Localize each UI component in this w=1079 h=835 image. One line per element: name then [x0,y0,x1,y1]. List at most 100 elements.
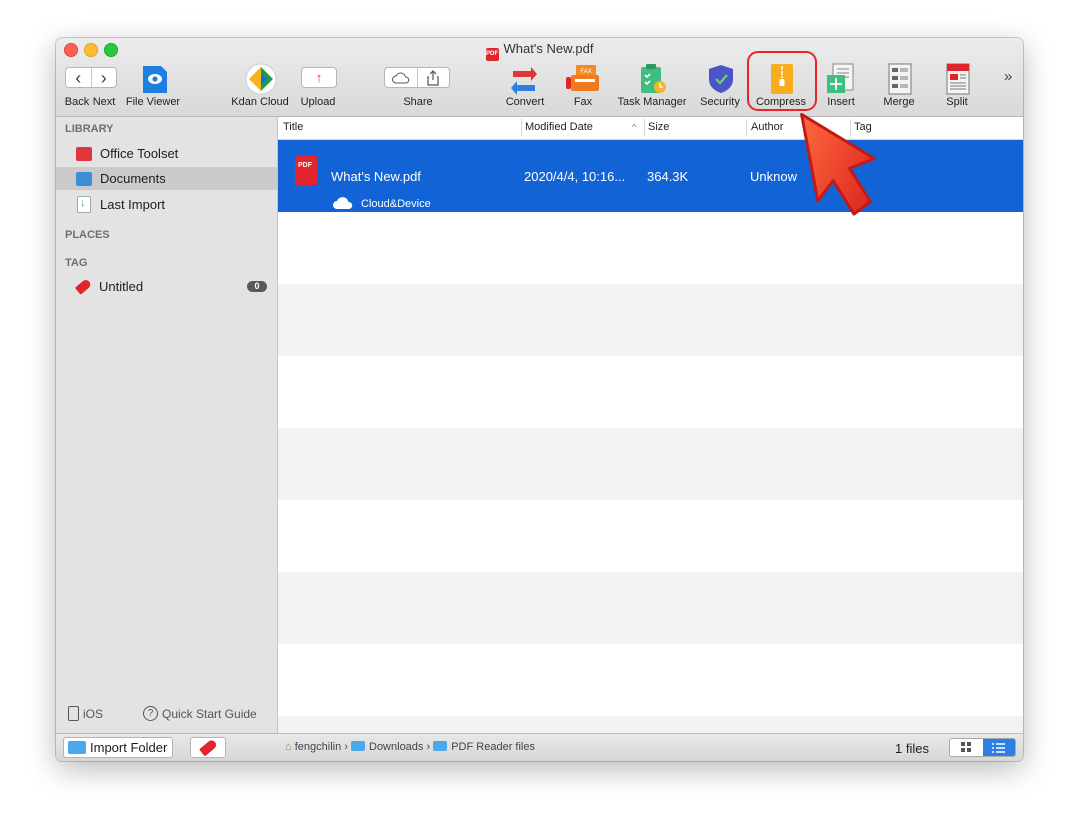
share-label: Share [403,96,433,108]
cloud-icon [333,197,353,209]
security-button[interactable] [706,63,736,95]
file-size: 364.3K [647,169,689,184]
quick-start-guide-link[interactable]: ? Quick Start Guide [143,706,257,721]
pointer-arrow-annotation [800,112,876,216]
breadcrumb-item[interactable]: PDF Reader files [451,741,535,753]
file-count: 1 files [895,741,929,756]
window-title-text: What's New.pdf [503,41,594,56]
sidebar-item-label: Last Import [100,197,166,212]
split-label: Split [946,96,968,108]
empty-row [278,716,1023,733]
empty-row [278,644,1023,716]
file-viewer-label: File Viewer [125,96,181,108]
sidebar-item-label: Untitled [99,279,144,294]
status-bar: Import Folder ⌂ fengchilin › Downloads ›… [56,733,1023,761]
list-view-button[interactable] [982,739,1015,756]
quick-start-label: Quick Start Guide [162,706,257,721]
split-button[interactable] [943,63,973,95]
next-button[interactable]: › [90,67,117,88]
pdf-badge-text: PDF [298,162,312,169]
cloud-outline-icon [391,71,409,83]
share-icon [427,69,439,86]
toolbar-overflow-button[interactable]: » [1004,68,1012,85]
next-label: Next [92,96,116,108]
home-icon: ⌂ [285,741,292,753]
shield-icon [709,65,733,93]
column-author[interactable]: Author [751,121,783,133]
column-title[interactable]: Title [283,121,303,133]
ios-link[interactable]: iOS [68,706,103,721]
breadcrumb-separator: › [426,741,431,753]
sidebar-item-tag-untitled[interactable]: Untitled 0 [56,275,277,298]
insert-page-icon [827,63,854,93]
empty-row [278,284,1023,356]
places-heading: PLACES [65,229,110,241]
library-heading: LIBRARY [65,123,114,135]
split-pages-icon [946,63,970,95]
fax-button[interactable]: FAX [565,63,601,95]
breadcrumb-item[interactable]: fengchilin [295,741,341,753]
sidebar-item-documents[interactable]: Documents [56,167,277,190]
breadcrumb-separator: › [344,741,348,753]
inbox-icon [76,171,92,186]
column-size[interactable]: Size [648,121,669,133]
back-label: Back [64,96,90,108]
clipboard-checklist-icon [641,64,666,93]
back-button[interactable]: ‹ [66,68,91,87]
task-manager-button[interactable] [638,63,668,95]
sidebar-item-office-toolset[interactable]: Office Toolset [56,142,277,165]
security-label: Security [700,96,740,108]
empty-row [278,428,1023,500]
tag-heading: TAG [65,257,88,269]
task-manager-label: Task Manager [617,96,687,108]
share-sheet-button[interactable] [416,68,450,87]
kdan-cloud-label: Kdan Cloud [231,96,289,108]
window-title: PDF What's New.pdf [56,41,1023,61]
empty-row [278,500,1023,572]
empty-row [278,356,1023,428]
kdan-cloud-icon [245,63,277,95]
file-location: Cloud&Device [361,198,431,210]
tag-count-badge: 0 [247,281,267,292]
upload-label: Upload [300,96,336,108]
list-icon [992,742,1006,753]
sidebar-item-last-import[interactable]: ↓ Last Import [56,193,277,216]
folder-icon [68,741,86,754]
folder-icon [433,741,448,751]
sidebar: LIBRARY Office Toolset Documents ↓ Last … [56,117,278,733]
convert-button[interactable] [509,63,539,95]
add-tag-button[interactable] [190,737,226,758]
chevron-left-icon: ‹ [75,67,82,88]
merge-button[interactable] [885,63,915,95]
insert-button[interactable] [826,63,856,95]
app-window: PDF What's New.pdf ‹ › Back Next File Vie… [56,38,1023,761]
tag-icon [199,738,218,757]
sidebar-item-label: Office Toolset [100,146,179,161]
ios-label: iOS [83,706,104,721]
cloud-share-button[interactable] [385,68,417,87]
sidebar-item-label: Documents [100,171,166,186]
kdan-cloud-button[interactable] [245,63,277,95]
upload-button[interactable]: ↑ [301,67,337,88]
column-modified-date[interactable]: Modified Date [525,121,593,133]
import-folder-button[interactable]: Import Folder [63,737,173,758]
table-row[interactable]: PDF What's New.pdf 2020/4/4, 10:16... 36… [278,140,1023,212]
chevron-right-icon: › [100,67,107,88]
fax-label: Fax [573,96,593,108]
pdf-document-icon: PDF [295,156,317,185]
toolbox-icon [76,146,92,161]
table-header: Title Modified Date ^ Size Author Tag [278,117,1023,140]
file-list: Title Modified Date ^ Size Author Tag PD… [278,117,1023,733]
file-viewer-button[interactable] [140,63,170,95]
back-next-control: ‹ › [65,67,117,88]
import-icon: ↓ [77,196,91,213]
breadcrumb-item[interactable]: Downloads [369,741,423,753]
file-modified-date: 2020/4/4, 10:16... [524,169,626,184]
breadcrumb: ⌂ fengchilin › Downloads › PDF Reader fi… [285,741,535,753]
fax-icon: FAX [566,65,599,91]
grid-view-button[interactable] [950,739,983,756]
eye-icon [143,66,167,93]
upload-arrow-icon: ↑ [315,70,323,85]
phone-icon [68,706,79,721]
import-folder-label: Import Folder [90,740,168,755]
